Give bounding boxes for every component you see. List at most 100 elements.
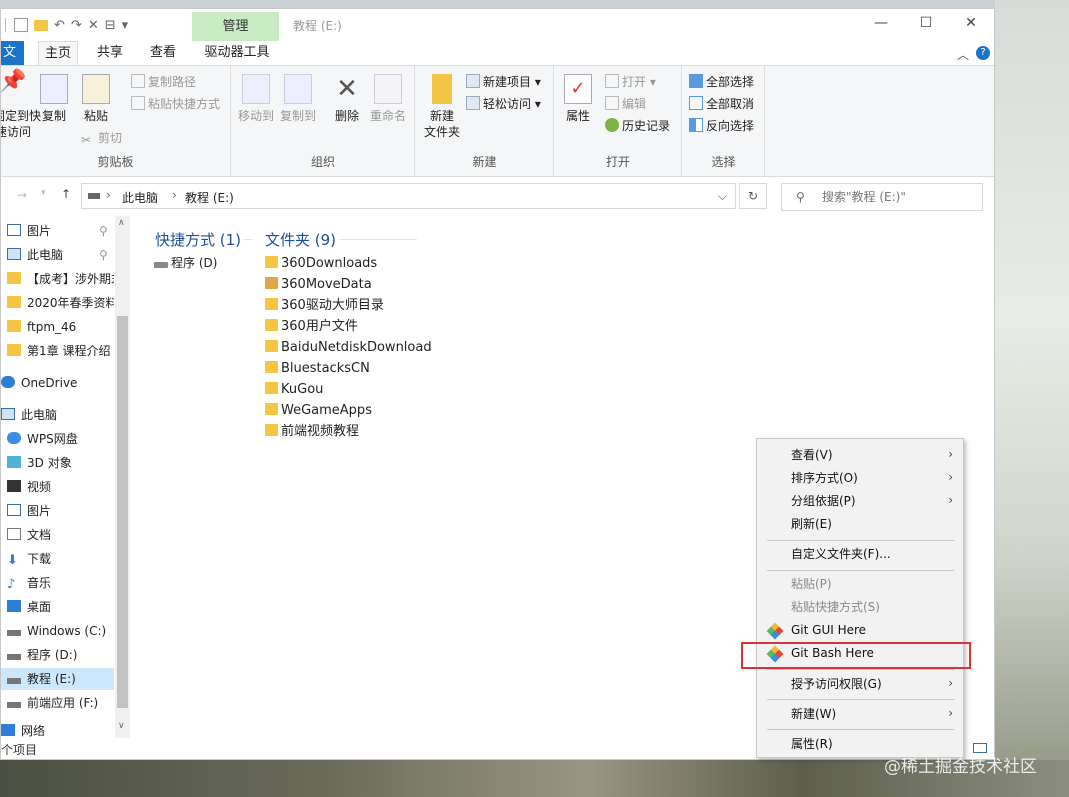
menu-item-git-gui[interactable]: Git GUI Here <box>791 619 866 642</box>
address-dropdown-icon[interactable]: ⌵ <box>718 189 727 204</box>
tab-drive-tools[interactable]: 驱动器工具 <box>199 41 275 65</box>
ribbon-tabs: 文件 主页 共享 查看 驱动器工具 ︿ ? <box>1 41 994 84</box>
nav-item-videos[interactable]: 视频 <box>1 476 114 498</box>
minimize-button[interactable]: — <box>871 15 891 31</box>
delete-qat-icon[interactable]: ✕ <box>88 18 99 33</box>
undo-icon[interactable]: ↶ <box>54 18 65 33</box>
invert-selection-button[interactable]: 反向选择 <box>689 116 754 136</box>
folder-item[interactable]: 360Downloads <box>265 253 377 274</box>
help-icon[interactable]: ? <box>976 46 990 60</box>
collapse-ribbon-icon[interactable]: ︿ <box>957 46 969 63</box>
rename-button[interactable]: 重命名 <box>368 74 408 124</box>
cloud-icon <box>7 432 21 444</box>
menu-item-customize-folder[interactable]: 自定义文件夹(F)... <box>791 543 891 566</box>
paste-button[interactable]: 粘贴 <box>81 74 111 124</box>
nav-item-pictures-pinned[interactable]: 图片 ⚲ <box>1 220 114 242</box>
edit-button[interactable]: 编辑 <box>605 94 646 114</box>
maximize-button[interactable]: ☐ <box>916 15 936 31</box>
nav-item-folder[interactable]: ftpm_46 <box>1 316 114 338</box>
redo-icon[interactable]: ↷ <box>71 18 82 33</box>
new-folder-button[interactable]: 新建 文件夹 <box>420 74 464 140</box>
properties-button[interactable]: ✓ 属性 <box>563 74 593 124</box>
nav-item-wps-drive[interactable]: WPS网盘 <box>1 428 114 450</box>
address-bar[interactable]: › 此电脑 › 教程 (E:) ⌵ <box>81 183 736 209</box>
up-arrow-icon[interactable]: ↑ <box>61 187 71 201</box>
nav-item-this-pc[interactable]: 此电脑 <box>1 404 114 426</box>
move-to-button[interactable]: 移动到 <box>236 74 276 124</box>
nav-item-folder[interactable]: 2020年春季资料 <box>1 292 114 314</box>
nav-item-documents[interactable]: 文档 <box>1 524 114 546</box>
shortcut-item[interactable]: 程序 (D) <box>154 253 217 274</box>
nav-item-downloads[interactable]: ⬇ 下载 <box>1 548 114 570</box>
easy-access-button[interactable]: 轻松访问 ▾ <box>466 94 541 114</box>
nav-item-desktop[interactable]: 桌面 <box>1 596 114 618</box>
select-all-button[interactable]: 全部选择 <box>689 72 754 92</box>
menu-item-paste[interactable]: 粘贴(P) <box>791 573 832 596</box>
refresh-button[interactable]: ↻ <box>739 183 767 209</box>
search-input[interactable]: ⚲ 搜索"教程 (E:)" <box>781 183 983 211</box>
customize-qat-dropdown[interactable]: ▾ <box>122 18 129 33</box>
forward-arrow-icon[interactable]: → <box>17 188 27 202</box>
group-header-folders[interactable]: 文件夹 (9) <box>265 229 336 250</box>
new-item-button[interactable]: 新建项目 ▾ <box>466 72 541 92</box>
nav-item-this-pc-pinned[interactable]: 此电脑 ⚲ <box>1 244 114 266</box>
folder-item[interactable]: BluestacksCN <box>265 358 370 379</box>
scroll-up-arrow-icon[interactable]: ∧ <box>118 218 125 228</box>
copy-to-button[interactable]: 复制到 <box>278 74 318 124</box>
music-note-icon: ♪ <box>7 577 16 592</box>
paste-icon <box>82 74 110 104</box>
rename-qat-icon[interactable]: ⊟ <box>105 18 116 33</box>
nav-item-pictures[interactable]: 图片 <box>1 500 114 522</box>
nav-item-network[interactable]: 网络 <box>1 722 114 740</box>
history-button[interactable]: 历史记录 <box>605 116 670 136</box>
folder-item[interactable]: BaiduNetdiskDownload <box>265 337 432 358</box>
folder-item[interactable]: KuGou <box>265 379 323 400</box>
folder-item[interactable]: WeGameApps <box>265 400 372 421</box>
menu-item-refresh[interactable]: 刷新(E) <box>791 513 832 536</box>
new-folder-qat-icon[interactable] <box>34 19 48 31</box>
nav-item-drive-f[interactable]: 前端应用 (F:) <box>1 692 114 714</box>
tab-manage[interactable]: 管理 <box>192 12 279 41</box>
tab-file[interactable]: 文件 <box>1 41 24 84</box>
pin-to-quick-access-button[interactable]: 📌 固定到快 速访问 <box>1 71 41 140</box>
close-button[interactable]: ✕ <box>961 15 981 31</box>
nav-item-3d-objects[interactable]: 3D 对象 <box>1 452 114 474</box>
tab-home[interactable]: 主页 <box>38 41 78 65</box>
breadcrumb-this-pc[interactable]: 此电脑 <box>122 189 158 206</box>
menu-item-view[interactable]: 查看(V) <box>791 444 833 467</box>
folder-item[interactable]: 前端视频教程 <box>265 421 359 442</box>
nav-item-music[interactable]: ♪ 音乐 <box>1 572 114 594</box>
nav-item-drive-c[interactable]: Windows (C:) <box>1 620 114 642</box>
paste-shortcut-button[interactable]: 粘贴快捷方式 <box>131 94 220 114</box>
nav-scrollbar-thumb[interactable] <box>117 316 128 708</box>
menu-item-sort-by[interactable]: 排序方式(O) <box>791 467 858 490</box>
open-button[interactable]: 打开 ▾ <box>605 72 656 92</box>
nav-item-drive-e-selected[interactable]: 教程 (E:) <box>1 668 114 690</box>
menu-item-new[interactable]: 新建(W) <box>791 703 836 726</box>
menu-item-give-access[interactable]: 授予访问权限(G) <box>791 673 882 696</box>
nav-item-folder[interactable]: 第1章 课程介绍 <box>1 340 114 362</box>
copy-path-icon <box>131 74 145 88</box>
folder-item[interactable]: 360驱动大师目录 <box>265 295 384 316</box>
menu-item-group-by[interactable]: 分组依据(P) <box>791 490 856 513</box>
folder-item[interactable]: 360用户文件 <box>265 316 358 337</box>
delete-button[interactable]: ✕ 删除 <box>330 74 364 124</box>
nav-item-drive-d[interactable]: 程序 (D:) <box>1 644 114 666</box>
copy-path-button[interactable]: 复制路径 <box>131 72 196 92</box>
submenu-arrow-icon: › <box>948 706 953 720</box>
menu-item-properties[interactable]: 属性(R) <box>791 733 833 756</box>
select-none-button[interactable]: 全部取消 <box>689 94 754 114</box>
copy-button[interactable]: 复制 <box>39 74 69 124</box>
recent-locations-chevron-icon[interactable]: ▾ <box>41 188 46 198</box>
nav-item-onedrive[interactable]: OneDrive <box>1 372 114 394</box>
folder-item[interactable]: 360MoveData <box>265 274 372 295</box>
tab-view[interactable]: 查看 <box>147 41 179 65</box>
tab-share[interactable]: 共享 <box>94 41 126 65</box>
scroll-down-arrow-icon[interactable]: ∨ <box>118 721 125 731</box>
menu-item-paste-shortcut[interactable]: 粘贴快捷方式(S) <box>791 596 880 619</box>
cut-button[interactable]: ✂ 剪切 <box>81 128 122 148</box>
nav-item-folder[interactable]: 【成考】涉外期末 <box>1 268 114 290</box>
group-header-shortcuts[interactable]: 快捷方式 (1) <box>155 229 241 250</box>
properties-qat-icon[interactable] <box>14 18 28 32</box>
breadcrumb-current[interactable]: 教程 (E:) <box>185 189 234 206</box>
